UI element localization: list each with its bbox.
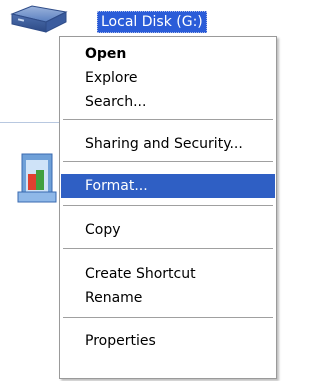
- menu-item-open[interactable]: Open: [61, 42, 275, 66]
- menu-item-format[interactable]: Format...: [61, 174, 275, 198]
- desktop-area: Local Disk (G:) Open Explore Search... S…: [0, 0, 281, 381]
- menu-item-sharing-and-security[interactable]: Sharing and Security...: [61, 132, 275, 156]
- menu-separator: [63, 119, 273, 120]
- program-icon: [17, 153, 57, 203]
- hard-drive-icon: [10, 5, 68, 33]
- menu-item-explore[interactable]: Explore: [61, 66, 275, 90]
- menu-item-search[interactable]: Search...: [61, 90, 275, 114]
- drive-item[interactable]: Local Disk (G:): [0, 0, 281, 36]
- menu-item-properties[interactable]: Properties: [61, 329, 275, 353]
- menu-separator: [63, 248, 273, 249]
- menu-separator: [63, 205, 273, 206]
- background-divider: [0, 122, 62, 123]
- menu-item-create-shortcut[interactable]: Create Shortcut: [61, 262, 275, 286]
- drive-label[interactable]: Local Disk (G:): [97, 11, 207, 33]
- menu-separator: [63, 161, 273, 162]
- menu-item-copy[interactable]: Copy: [61, 218, 275, 242]
- context-menu: Open Explore Search... Sharing and Secur…: [59, 36, 277, 379]
- menu-separator: [63, 317, 273, 318]
- menu-item-rename[interactable]: Rename: [61, 286, 275, 310]
